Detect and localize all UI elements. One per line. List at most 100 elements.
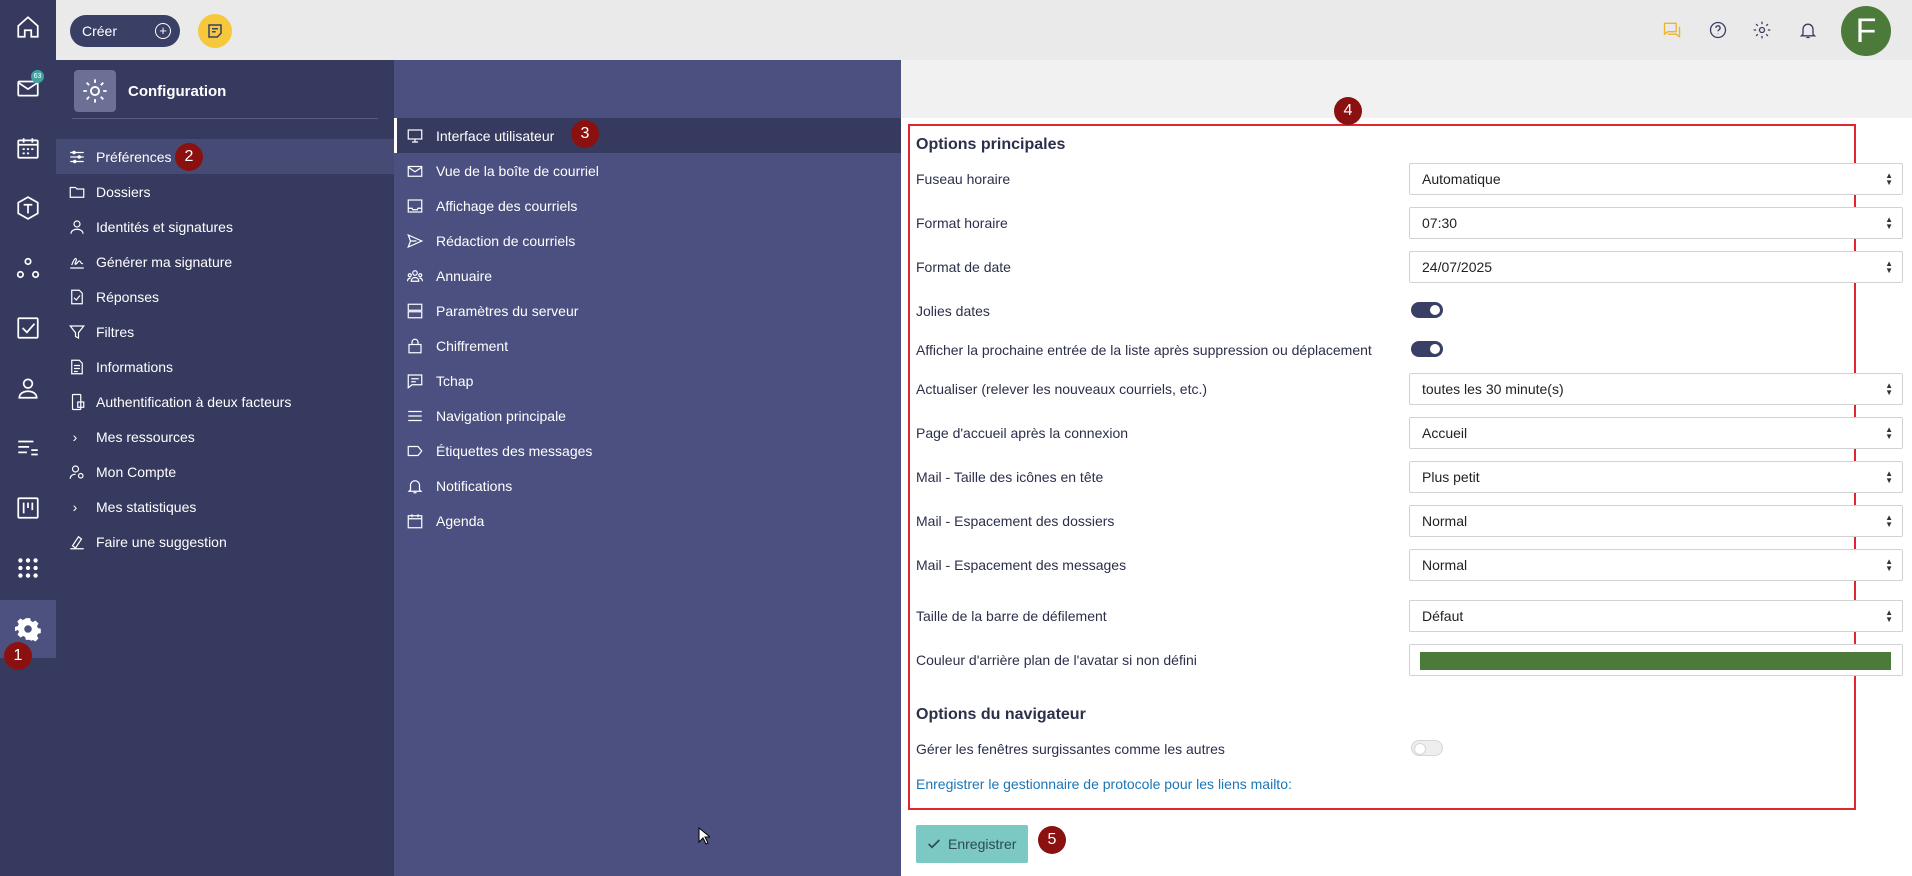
sidebar-item-label: Informations — [96, 358, 174, 375]
plus-circle-icon: + — [155, 23, 171, 39]
suggestion-icon — [70, 535, 84, 549]
section-compose[interactable]: Rédaction de courriels — [394, 223, 901, 258]
tchap-button[interactable] — [0, 184, 56, 232]
sidebar-item-preferences[interactable]: Préférences — [56, 139, 394, 174]
settings-sidebar: Configuration Préférences Dossiers Ident… — [56, 60, 394, 876]
scrollbar-size-select[interactable]: Défaut ▲ ▼ — [1409, 600, 1903, 632]
sidebar-item-folders[interactable]: Dossiers — [56, 174, 394, 209]
section-label: Annuaire — [436, 267, 493, 284]
apps-grid-icon — [18, 558, 38, 578]
sidebar-item-generate-signature[interactable]: Générer ma signature — [56, 244, 394, 279]
sort-caret-icon: ▲ ▼ — [1885, 381, 1893, 397]
settings-top-button[interactable] — [1750, 18, 1774, 42]
section-message-tags[interactable]: Étiquettes des messages — [394, 433, 901, 468]
row-label-home-page: Page d'accueil après la connexion — [916, 425, 1129, 441]
config-title: Configuration — [128, 82, 227, 100]
list-button[interactable] — [0, 424, 56, 472]
avatar[interactable]: F — [1841, 6, 1891, 56]
select-value: Normal — [1422, 557, 1468, 573]
timezone-select[interactable]: Automatique ▲ ▼ — [1409, 163, 1903, 195]
save-button[interactable]: Enregistrer — [916, 825, 1028, 863]
select-value: Automatique — [1422, 171, 1501, 187]
select-value: 07:30 — [1422, 215, 1458, 231]
date-format-select[interactable]: 24/07/2025 ▲ ▼ — [1409, 251, 1903, 283]
section-label: Rédaction de courriels — [436, 232, 576, 249]
calendar-button[interactable] — [0, 124, 56, 172]
section-label: Chiffrement — [436, 337, 509, 354]
select-value: Plus petit — [1422, 469, 1480, 485]
create-button[interactable]: Créer + — [70, 15, 180, 47]
main-header — [901, 60, 1912, 118]
section-label: Notifications — [436, 477, 513, 494]
help-button[interactable] — [1706, 18, 1730, 42]
section-notifications[interactable]: Notifications — [394, 468, 901, 503]
home-page-select[interactable]: Accueil ▲ ▼ — [1409, 417, 1903, 449]
chat-button[interactable] — [1660, 18, 1684, 42]
server-icon — [407, 303, 423, 318]
tasks-icon — [17, 317, 39, 339]
sidebar-item-label: Mes ressources — [96, 428, 195, 445]
sort-caret-icon: ▲ ▼ — [1885, 513, 1893, 529]
tasks-button[interactable] — [0, 304, 56, 352]
message-spacing-select[interactable]: Normal ▲ ▼ — [1409, 549, 1903, 581]
sidebar-item-informations[interactable]: Informations — [56, 349, 394, 384]
select-value: 24/07/2025 — [1422, 259, 1493, 275]
home-button[interactable] — [0, 3, 56, 51]
popups-toggle[interactable] — [1411, 740, 1443, 756]
section-label: Paramètres du serveur — [436, 302, 579, 319]
sidebar-item-label: Réponses — [96, 288, 160, 305]
sidebar-item-my-resources[interactable]: › Mes ressources — [56, 419, 394, 454]
sidebar-item-label: Identités et signatures — [96, 218, 233, 235]
section-user-interface[interactable]: Interface utilisateur — [394, 118, 901, 153]
help-icon — [1709, 21, 1727, 39]
config-header: Configuration — [74, 70, 226, 112]
avatar-color-picker[interactable] — [1409, 644, 1903, 676]
sidebar-item-suggestion[interactable]: Faire une suggestion — [56, 524, 394, 559]
pretty-dates-toggle[interactable] — [1411, 302, 1443, 318]
notes-button[interactable] — [198, 14, 232, 48]
apps-grid-button[interactable] — [0, 544, 56, 592]
step-marker-1: 1 — [4, 642, 32, 670]
time-format-select[interactable]: 07:30 ▲ ▼ — [1409, 207, 1903, 239]
section-mail-display[interactable]: Affichage des courriels — [394, 188, 901, 223]
section-main-navigation[interactable]: Navigation principale — [394, 398, 901, 433]
mail-badge: 63 — [31, 70, 44, 83]
sidebar-item-filters[interactable]: Filtres — [56, 314, 394, 349]
nodes-button[interactable] — [0, 244, 56, 292]
sidebar-item-identities[interactable]: Identités et signatures — [56, 209, 394, 244]
divider — [72, 118, 378, 119]
section-agenda[interactable]: Agenda — [394, 503, 901, 538]
document-check-icon — [71, 289, 83, 304]
icon-size-select[interactable]: Plus petit ▲ ▼ — [1409, 461, 1903, 493]
sliders-icon — [70, 150, 84, 163]
step-marker-3: 3 — [571, 120, 599, 148]
section-tchap[interactable]: Tchap — [394, 363, 901, 398]
sort-caret-icon: ▲ ▼ — [1885, 557, 1893, 573]
next-entry-toggle[interactable] — [1411, 341, 1443, 357]
section-mailbox-view[interactable]: Vue de la boîte de courriel — [394, 153, 901, 188]
notifications-button[interactable] — [1796, 18, 1820, 42]
sidebar-item-my-account[interactable]: Mon Compte — [56, 454, 394, 489]
sidebar-item-two-factor[interactable]: Authentification à deux facteurs — [56, 384, 394, 419]
inbox-icon — [407, 198, 423, 213]
section-directory[interactable]: Annuaire — [394, 258, 901, 293]
save-label: Enregistrer — [948, 836, 1017, 852]
section-server-settings[interactable]: Paramètres du serveur — [394, 293, 901, 328]
contacts-icon — [18, 378, 38, 399]
section-encryption[interactable]: Chiffrement — [394, 328, 901, 363]
sort-caret-icon: ▲ ▼ — [1885, 171, 1893, 187]
mouse-cursor-icon — [698, 827, 710, 845]
board-button[interactable] — [0, 484, 56, 532]
sidebar-item-responses[interactable]: Réponses — [56, 279, 394, 314]
signature-icon — [70, 257, 84, 269]
mailto-handler-link[interactable]: Enregistrer le gestionnaire de protocole… — [916, 776, 1292, 792]
folder-spacing-select[interactable]: Normal ▲ ▼ — [1409, 505, 1903, 537]
icon-rail: 63 — [0, 0, 56, 876]
sidebar-item-label: Mes statistiques — [96, 498, 197, 515]
section-list: Interface utilisateur Vue de la boîte de… — [394, 60, 901, 876]
mail-button[interactable] — [0, 64, 56, 112]
bell-icon — [407, 479, 423, 493]
sidebar-item-my-stats[interactable]: › Mes statistiques — [56, 489, 394, 524]
contacts-button[interactable] — [0, 364, 56, 412]
refresh-select[interactable]: toutes les 30 minute(s) ▲ ▼ — [1409, 373, 1903, 405]
